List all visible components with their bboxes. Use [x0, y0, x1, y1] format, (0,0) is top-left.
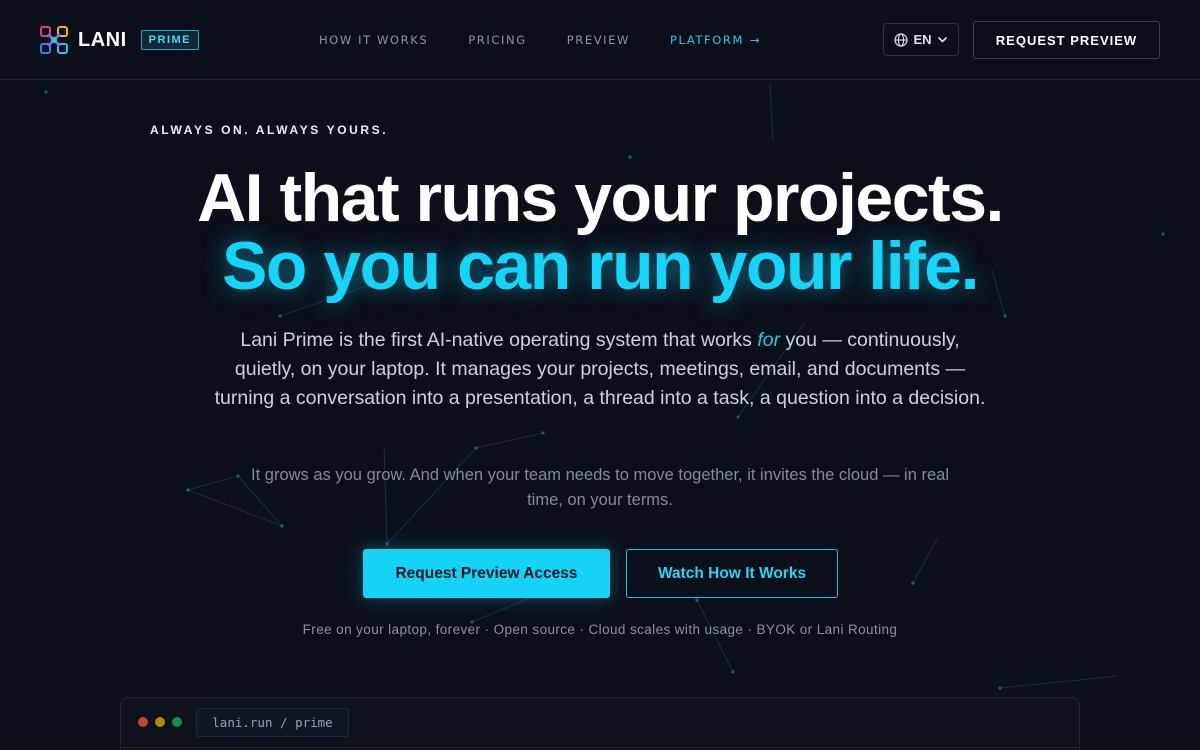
brand-logo-link[interactable]: LANI PRIME [40, 26, 200, 54]
hero-subhead: So you can run your life. [222, 228, 979, 304]
request-preview-button[interactable]: REQUEST PREVIEW [973, 21, 1160, 59]
nav-platform-label: PLATFORM [670, 33, 744, 47]
lede-part-1: Lani Prime is the first AI-native operat… [240, 329, 758, 351]
arrow-right-icon: → [750, 33, 762, 47]
hero-secondary-description: It grows as you grow. And when your team… [251, 466, 949, 509]
request-preview-access-button[interactable]: Request Preview Access [363, 549, 610, 598]
prime-badge: PRIME [140, 30, 200, 50]
browser-divider [121, 747, 1079, 748]
hero-fineprint: Free on your laptop, forever · Open sour… [302, 622, 898, 637]
top-navbar: LANI PRIME HOW IT WORKS PRICING PREVIEW … [0, 0, 1200, 80]
hero-eyebrow: ALWAYS ON. ALWAYS YOURS. [150, 123, 389, 137]
lani-logo-icon [40, 26, 68, 54]
maximize-dot-icon [172, 717, 182, 727]
brand-name: LANI [78, 28, 127, 51]
watch-how-it-works-button[interactable]: Watch How It Works [626, 549, 838, 598]
browser-url-bar: lani.run / prime [196, 708, 349, 737]
nav-how-it-works[interactable]: HOW IT WORKS [319, 33, 428, 47]
nav-platform[interactable]: PLATFORM → [670, 33, 761, 47]
nav-pricing[interactable]: PRICING [468, 33, 526, 47]
minimize-dot-icon [155, 717, 165, 727]
lede-emphasis: for [757, 329, 781, 351]
nav-preview[interactable]: PREVIEW [567, 33, 630, 47]
language-label: EN [913, 32, 932, 47]
main-nav: HOW IT WORKS PRICING PREVIEW PLATFORM → [319, 33, 801, 47]
browser-preview-window: lani.run / prime [120, 697, 1080, 750]
globe-icon [894, 32, 909, 47]
language-selector[interactable]: EN [883, 23, 959, 56]
window-controls [138, 717, 189, 727]
hero-description: Lani Prime is the first AI-native operat… [210, 326, 990, 413]
close-dot-icon [138, 717, 148, 727]
chevron-down-icon [937, 37, 947, 43]
